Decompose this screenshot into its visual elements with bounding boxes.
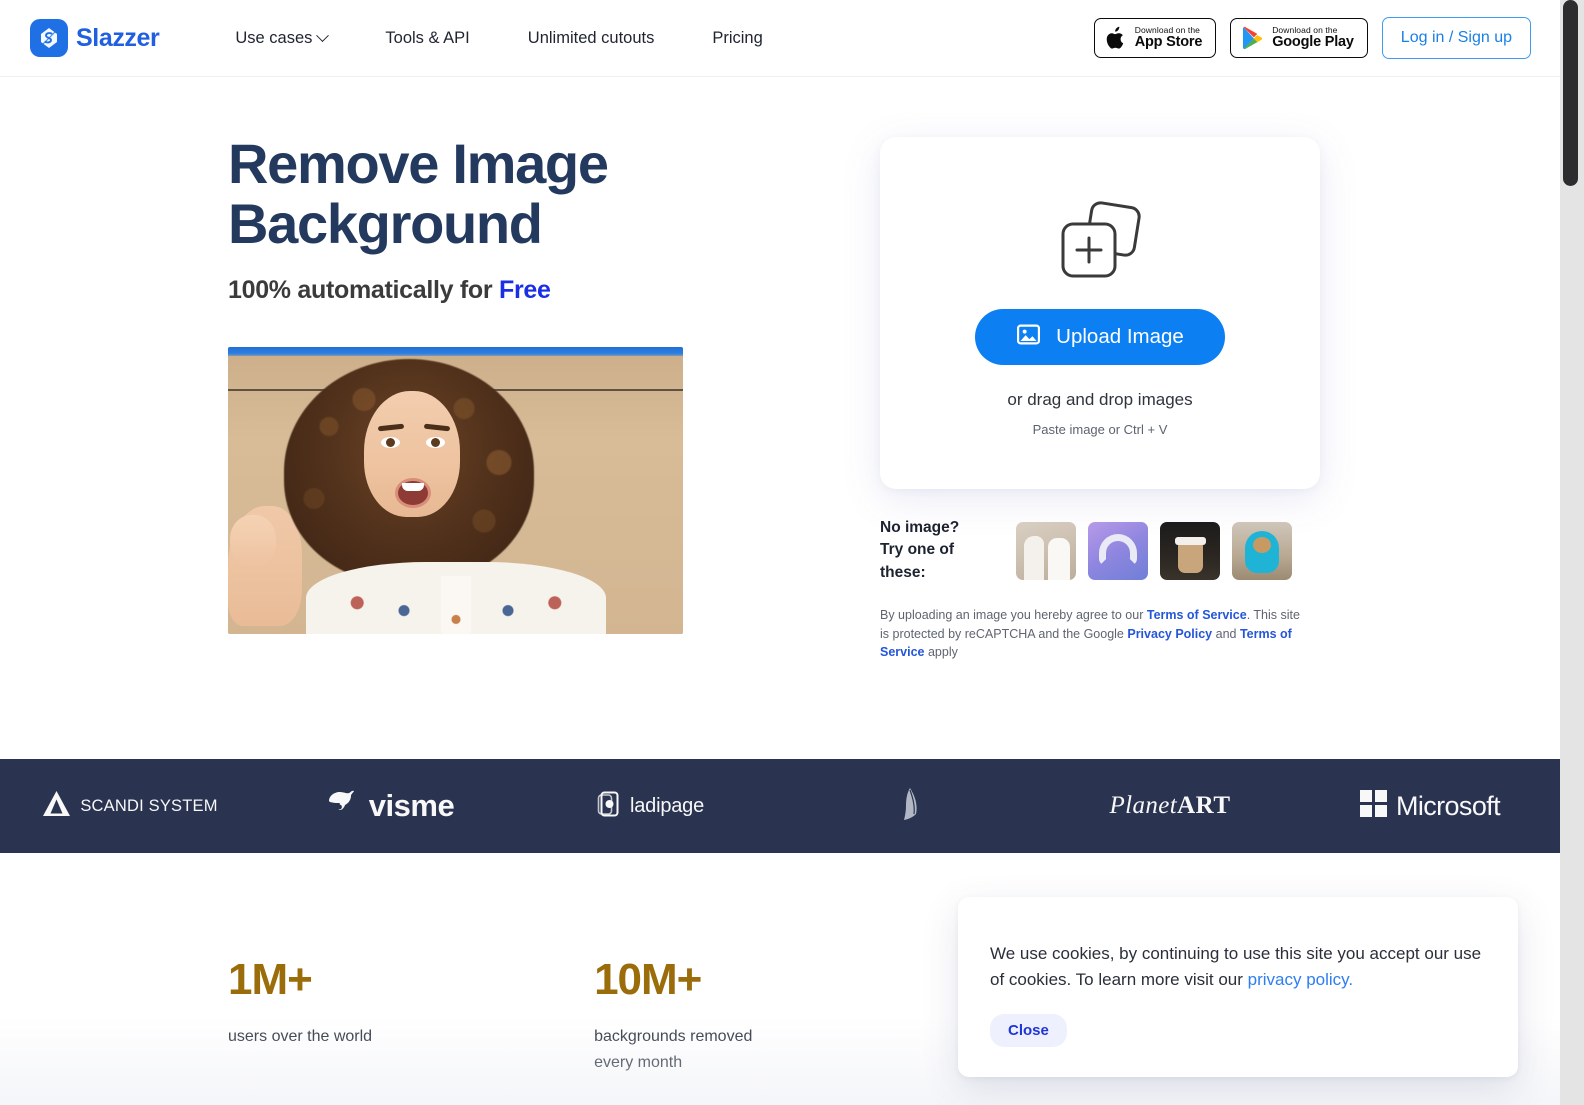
- photo-mouth: [395, 477, 431, 508]
- logo-ladipage: ladipage: [520, 790, 780, 823]
- terms-disclaimer: By uploading an image you hereby agree t…: [880, 606, 1310, 660]
- apple-icon: [1106, 26, 1127, 51]
- hero-section: Remove Image Background 100% automatical…: [0, 77, 1560, 759]
- logo-scandi-system: SCANDI SYSTEM: [0, 790, 260, 822]
- terms-text-part3: and: [1212, 626, 1240, 641]
- upload-image-button[interactable]: Upload Image: [975, 309, 1225, 365]
- picture-icon: [1016, 322, 1041, 353]
- sample-thumbnails: [1016, 521, 1292, 580]
- sample-images-row: No image? Try one of these:: [880, 517, 1320, 584]
- photo-eye-right: [426, 436, 445, 448]
- microsoft-label: Microsoft: [1395, 790, 1501, 821]
- upload-dropzone[interactable]: Upload Image or drag and drop images Pas…: [880, 137, 1320, 489]
- sample-label-line2: Try one of these:: [880, 541, 955, 581]
- stat-block-users: 1M+ users over the world: [228, 958, 372, 1075]
- scandi-system-label: SCANDI SYSTEM: [80, 796, 218, 815]
- terms-of-service-link-1[interactable]: Terms of Service: [1147, 608, 1247, 622]
- brand-name: Slazzer: [76, 23, 160, 52]
- photo-shirt: [306, 561, 606, 634]
- nav-label: Tools & API: [385, 28, 470, 47]
- hero-subtitle: 100% automatically for Free: [228, 276, 880, 305]
- nav-label: Use cases: [235, 28, 313, 47]
- main-nav: Use cases Tools & API Unlimited cutouts …: [235, 21, 762, 56]
- login-signup-button[interactable]: Log in / Sign up: [1381, 17, 1531, 59]
- stat-number: 1M+: [228, 955, 313, 1004]
- scandi-triangle-icon: [42, 790, 71, 822]
- visme-bird-icon: [326, 789, 360, 824]
- hero-subtitle-prefix: 100% automatically for: [228, 275, 499, 304]
- photo-hand: [230, 514, 276, 567]
- slazzer-mark-icon: [30, 19, 68, 57]
- scrollbar-thumb[interactable]: [1563, 0, 1578, 186]
- google-play-bottom-label: Google Play: [1272, 33, 1354, 50]
- google-play-icon: [1242, 26, 1264, 50]
- cookie-consent-banner: We use cookies, by continuing to use thi…: [958, 897, 1518, 1077]
- sample-coffee-cup-thumbnail[interactable]: [1160, 521, 1220, 580]
- stat-label: backgrounds removed every month: [594, 1028, 753, 1071]
- logo-microsoft: Microsoft: [1300, 790, 1560, 822]
- chevron-down-icon: [316, 28, 330, 42]
- planetart-light: Planet: [1109, 792, 1178, 819]
- site-header: Slazzer Use cases Tools & API Unlimited …: [0, 0, 1560, 77]
- partner-logos-band: SCANDI SYSTEM visme ladipage PlanetART M…: [0, 759, 1560, 853]
- nav-item-tools-api[interactable]: Tools & API: [385, 21, 469, 56]
- nav-label: Pricing: [712, 28, 763, 47]
- google-play-button[interactable]: Download on the Google Play: [1230, 18, 1368, 58]
- microsoft-squares-icon: [1359, 790, 1387, 822]
- cookie-close-button[interactable]: Close: [990, 1013, 1067, 1047]
- upload-image-button-label: Upload Image: [1056, 325, 1184, 348]
- add-images-icon: [1054, 199, 1146, 283]
- logo-visme: visme: [260, 788, 520, 824]
- nav-item-unlimited-cutouts[interactable]: Unlimited cutouts: [528, 21, 655, 56]
- stat-number: 10M+: [594, 955, 702, 1004]
- nav-label: Unlimited cutouts: [527, 28, 655, 47]
- sample-images-label: No image? Try one of these:: [880, 517, 998, 584]
- terms-text-part4: apply: [924, 644, 958, 659]
- hero-title-line2: Background: [228, 191, 543, 255]
- planetart-bold: ART: [1177, 792, 1231, 819]
- page-scrollbar[interactable]: [1560, 0, 1584, 1105]
- nav-item-pricing[interactable]: Pricing: [712, 21, 762, 56]
- sample-couple-thumbnail[interactable]: [1016, 521, 1076, 580]
- terms-text-part1: By uploading an image you hereby agree t…: [880, 608, 1147, 623]
- paste-hint-text: Paste image or Ctrl + V: [1032, 422, 1168, 437]
- sample-headphones-thumbnail[interactable]: [1088, 521, 1148, 580]
- header-actions: Download on the App Store Download on th…: [1093, 17, 1531, 59]
- cookie-consent-text: We use cookies, by continuing to use thi…: [990, 941, 1488, 994]
- app-store-button[interactable]: Download on the App Store: [1093, 18, 1217, 58]
- hero-demo-image: [228, 346, 683, 634]
- hero-right-column: Upload Image or drag and drop images Pas…: [880, 134, 1320, 759]
- hero-title-line1: Remove Image: [228, 132, 609, 195]
- browser-viewport: Slazzer Use cases Tools & API Unlimited …: [0, 0, 1584, 1105]
- visme-label: visme: [368, 788, 455, 823]
- photo-eye-left: [381, 436, 400, 448]
- hero-subtitle-highlight: Free: [498, 275, 551, 304]
- app-store-bottom-label: App Store: [1134, 33, 1203, 50]
- sample-teddy-bear-thumbnail[interactable]: [1232, 521, 1292, 580]
- hero-left-column: Remove Image Background 100% automatical…: [0, 134, 880, 759]
- nav-item-use-cases[interactable]: Use cases: [235, 21, 330, 56]
- page-title: Remove Image Background: [228, 134, 708, 254]
- ladipage-mark-icon: [596, 790, 621, 823]
- logo-planetart: PlanetART: [1040, 792, 1300, 820]
- cookie-privacy-policy-link[interactable]: privacy policy.: [1248, 970, 1354, 989]
- stat-label: users over the world: [228, 1028, 373, 1045]
- planetart-label: PlanetART: [1109, 792, 1230, 820]
- stat-block-backgrounds: 10M+ backgrounds removed every month: [594, 958, 774, 1075]
- drag-drop-text: or drag and drop images: [1007, 390, 1193, 409]
- logo-aviary: [780, 787, 1040, 826]
- page-content: Slazzer Use cases Tools & API Unlimited …: [0, 0, 1560, 1105]
- privacy-policy-link[interactable]: Privacy Policy: [1127, 627, 1212, 641]
- brand-logo[interactable]: Slazzer: [30, 19, 160, 57]
- aviary-feather-icon: [900, 787, 920, 826]
- sample-label-line1: No image?: [880, 519, 960, 536]
- cookie-text-body: We use cookies, by continuing to use thi…: [990, 944, 1482, 990]
- ladipage-label: ladipage: [629, 794, 705, 817]
